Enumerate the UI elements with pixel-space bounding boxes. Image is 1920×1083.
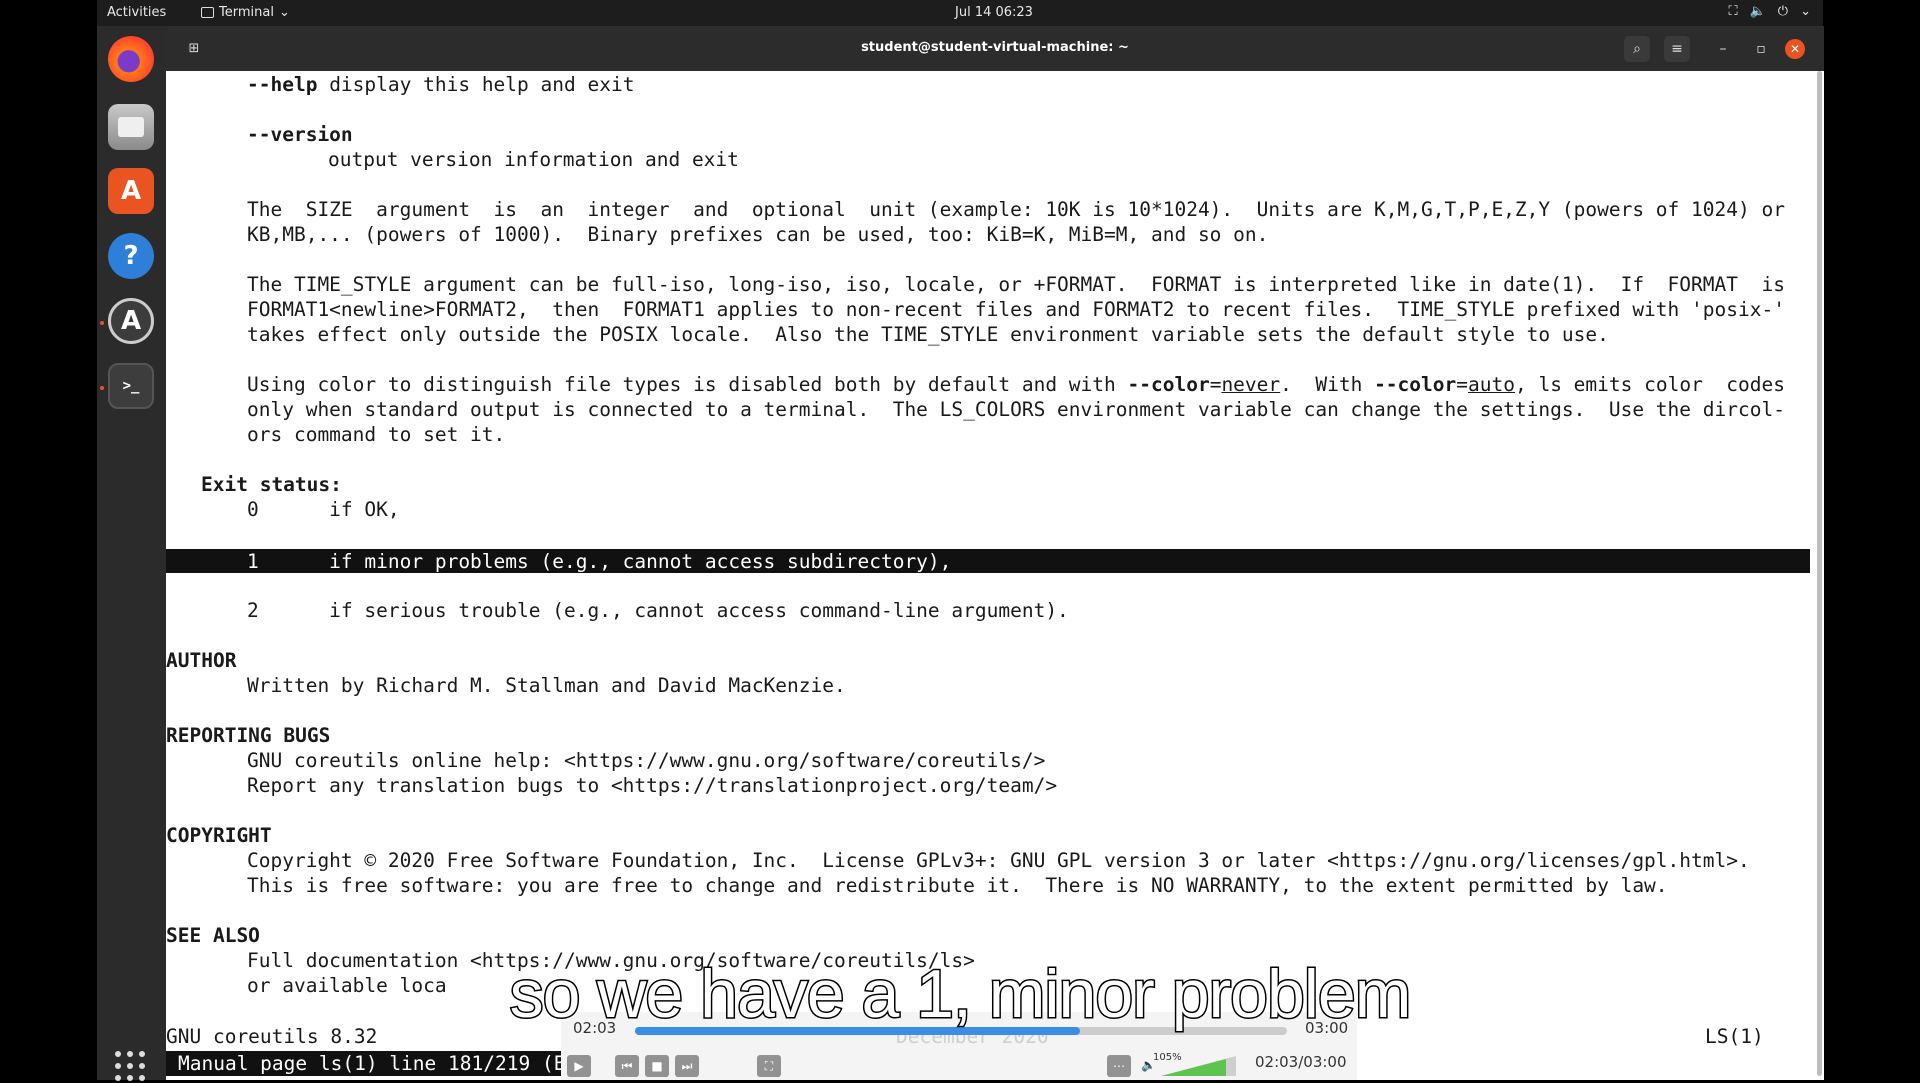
man-line: Written by Richard M. Stallman and David… [247, 673, 846, 698]
man-text-segment: --version [247, 123, 353, 146]
man-line: The SIZE argument is an integer and opti… [247, 197, 1785, 222]
previous-icon[interactable]: ⏮ [615, 1055, 639, 1077]
man-text-segment: This is free software: you are free to c… [247, 874, 1668, 897]
man-line: COPYRIGHT [166, 823, 272, 848]
scrollbar[interactable] [1817, 71, 1822, 1076]
man-line: The TIME_STYLE argument can be full-iso,… [247, 272, 1785, 297]
files-icon[interactable] [108, 104, 154, 150]
man-line: ors command to set it. [247, 422, 505, 447]
man-line: REPORTING BUGS [166, 723, 330, 748]
man-line: only when standard output is connected t… [247, 397, 1785, 422]
man-text-segment: = [1209, 373, 1222, 396]
play-icon[interactable]: ▶ [567, 1055, 591, 1077]
playlist-icon[interactable]: ⋯ [1107, 1055, 1131, 1077]
man-text-segment: never [1221, 373, 1281, 396]
terminal-app-icon[interactable]: >_ [108, 363, 154, 409]
man-text-segment: 2 if serious trouble (e.g., cannot acces… [247, 599, 1069, 622]
man-text-segment: takes effect only outside the POSIX loca… [247, 323, 1609, 346]
man-text-segment: output version information and exit [328, 148, 739, 171]
man-text-segment: The SIZE argument is an integer and opti… [247, 198, 1785, 221]
man-line: FORMAT1<newline>FORMAT2, then FORMAT1 ap… [247, 297, 1785, 322]
close-icon[interactable]: ✕ [1785, 39, 1805, 59]
man-line: SEE ALSO [166, 923, 260, 948]
man-text-segment: Written by Richard M. Stallman and David… [247, 674, 846, 697]
man-line: Report any translation bugs to <https://… [247, 773, 1057, 798]
man-text-segment: Using color to distinguish file types is… [247, 373, 1128, 396]
man-line: Copyright © 2020 Free Software Foundatio… [247, 848, 1750, 873]
man-text-segment: 1 if minor problems (e.g., cannot access… [247, 550, 952, 573]
firefox-icon[interactable] [108, 36, 154, 82]
power-icon: ⏻ [1777, 4, 1789, 19]
man-line: 1 if minor problems (e.g., cannot access… [247, 549, 951, 574]
man-text-segment: 0 if OK, [247, 498, 400, 521]
man-text-segment: SEE ALSO [166, 924, 260, 947]
man-line: --help display this help and exit [247, 72, 634, 97]
maximize-icon[interactable]: ▫ [1748, 36, 1774, 62]
man-text-segment: COPYRIGHT [166, 824, 272, 847]
man-text-segment: REPORTING BUGS [166, 724, 331, 747]
man-text-segment: . With [1280, 373, 1375, 396]
man-line: This is free software: you are free to c… [247, 873, 1668, 898]
man-line: 0 if OK, [247, 497, 400, 522]
clock[interactable]: Jul 14 06:23 [955, 5, 1255, 20]
network-icon: ⛶ [1728, 4, 1738, 19]
man-text-segment: GNU coreutils online help: <https://www.… [247, 749, 1046, 772]
man-line: --version [247, 122, 353, 147]
active-indicator [100, 386, 104, 390]
man-line: AUTHOR [166, 648, 236, 673]
minimize-icon[interactable]: – [1710, 36, 1736, 62]
updater-icon[interactable]: A [108, 298, 154, 344]
search-icon[interactable]: ⌕ [1624, 36, 1650, 62]
man-line: KB,MB,... (powers of 1000). Binary prefi… [247, 222, 1268, 247]
man-text-segment: Exit status: [201, 473, 342, 496]
man-text-segment: Report any translation bugs to <https://… [247, 774, 1058, 797]
man-text-segment: , ls emits color codes [1514, 373, 1785, 396]
chevron-down-icon: ⌄ [278, 5, 290, 20]
time-display: 02:03/03:00 [1255, 1053, 1347, 1071]
system-tray[interactable]: ⛶ 🔈 ⏻ ⌄ [1729, 4, 1812, 19]
software-icon[interactable]: A [108, 168, 154, 214]
man-text-segment: --color [1374, 373, 1457, 396]
man-line: GNU coreutils online help: <https://www.… [247, 748, 1045, 773]
fullscreen-icon[interactable]: ⛶ [757, 1055, 781, 1077]
volume-icon: 🔈 [1749, 4, 1766, 19]
chevron-down-icon: ⌄ [1800, 4, 1811, 19]
hamburger-menu-icon[interactable]: ≡ [1664, 36, 1690, 62]
volume-slider[interactable] [1161, 1056, 1236, 1076]
pager-status-text: Manual page ls(1) line 181/219 (E [178, 1052, 566, 1075]
man-line: output version information and exit [328, 147, 739, 172]
next-icon[interactable]: ⏭ [675, 1055, 699, 1077]
man-text-segment: --color [1127, 373, 1210, 396]
app-menu[interactable]: Terminal ⌄ [201, 5, 290, 20]
man-text-segment: display this help and exit [317, 73, 635, 96]
pager-status-line: Manual page ls(1) line 181/219 (E [166, 1051, 565, 1076]
subtitle-caption: so we have a 1, minor problem [508, 955, 1413, 1034]
show-applications-icon[interactable] [115, 1051, 147, 1083]
app-menu-label: Terminal [219, 5, 274, 20]
dock: A ? A >_ [97, 26, 166, 1083]
man-text-segment: = [1456, 373, 1468, 396]
man-text-segment: only when standard output is connected t… [247, 398, 1785, 421]
active-indicator [100, 321, 104, 325]
man-text-segment: auto [1468, 373, 1515, 396]
top-bar: Activities Terminal ⌄ Jul 14 06:23 ⛶ 🔈 ⏻… [97, 0, 1823, 26]
man-text-segment: --help [247, 73, 318, 96]
terminal-icon [201, 7, 214, 18]
help-icon[interactable]: ? [108, 233, 154, 279]
man-text-segment: KB,MB,... (powers of 1000). Binary prefi… [247, 223, 1269, 246]
man-line: 2 if serious trouble (e.g., cannot acces… [247, 598, 1069, 623]
man-line: Exit status: [201, 472, 342, 497]
activities-button[interactable]: Activities [107, 5, 166, 20]
window-title: student@student-virtual-machine: ~ [861, 40, 1129, 55]
man-line: Using color to distinguish file types is… [247, 372, 1785, 397]
man-line: takes effect only outside the POSIX loca… [247, 322, 1609, 347]
man-text-segment: ors command to set it. [247, 423, 506, 446]
man-text-segment: AUTHOR [166, 649, 237, 672]
man-text-segment: Copyright © 2020 Free Software Foundatio… [247, 849, 1750, 872]
man-text-segment: FORMAT1<newline>FORMAT2, then FORMAT1 ap… [247, 298, 1785, 321]
highlighted-search-match: 1 if minor problems (e.g., cannot access… [166, 549, 1810, 573]
stop-icon[interactable]: ■ [645, 1055, 669, 1077]
terminal-titlebar: ⊞ student@student-virtual-machine: ~ ⌕ ≡… [166, 26, 1824, 71]
man-text-segment: The TIME_STYLE argument can be full-iso,… [247, 273, 1785, 296]
